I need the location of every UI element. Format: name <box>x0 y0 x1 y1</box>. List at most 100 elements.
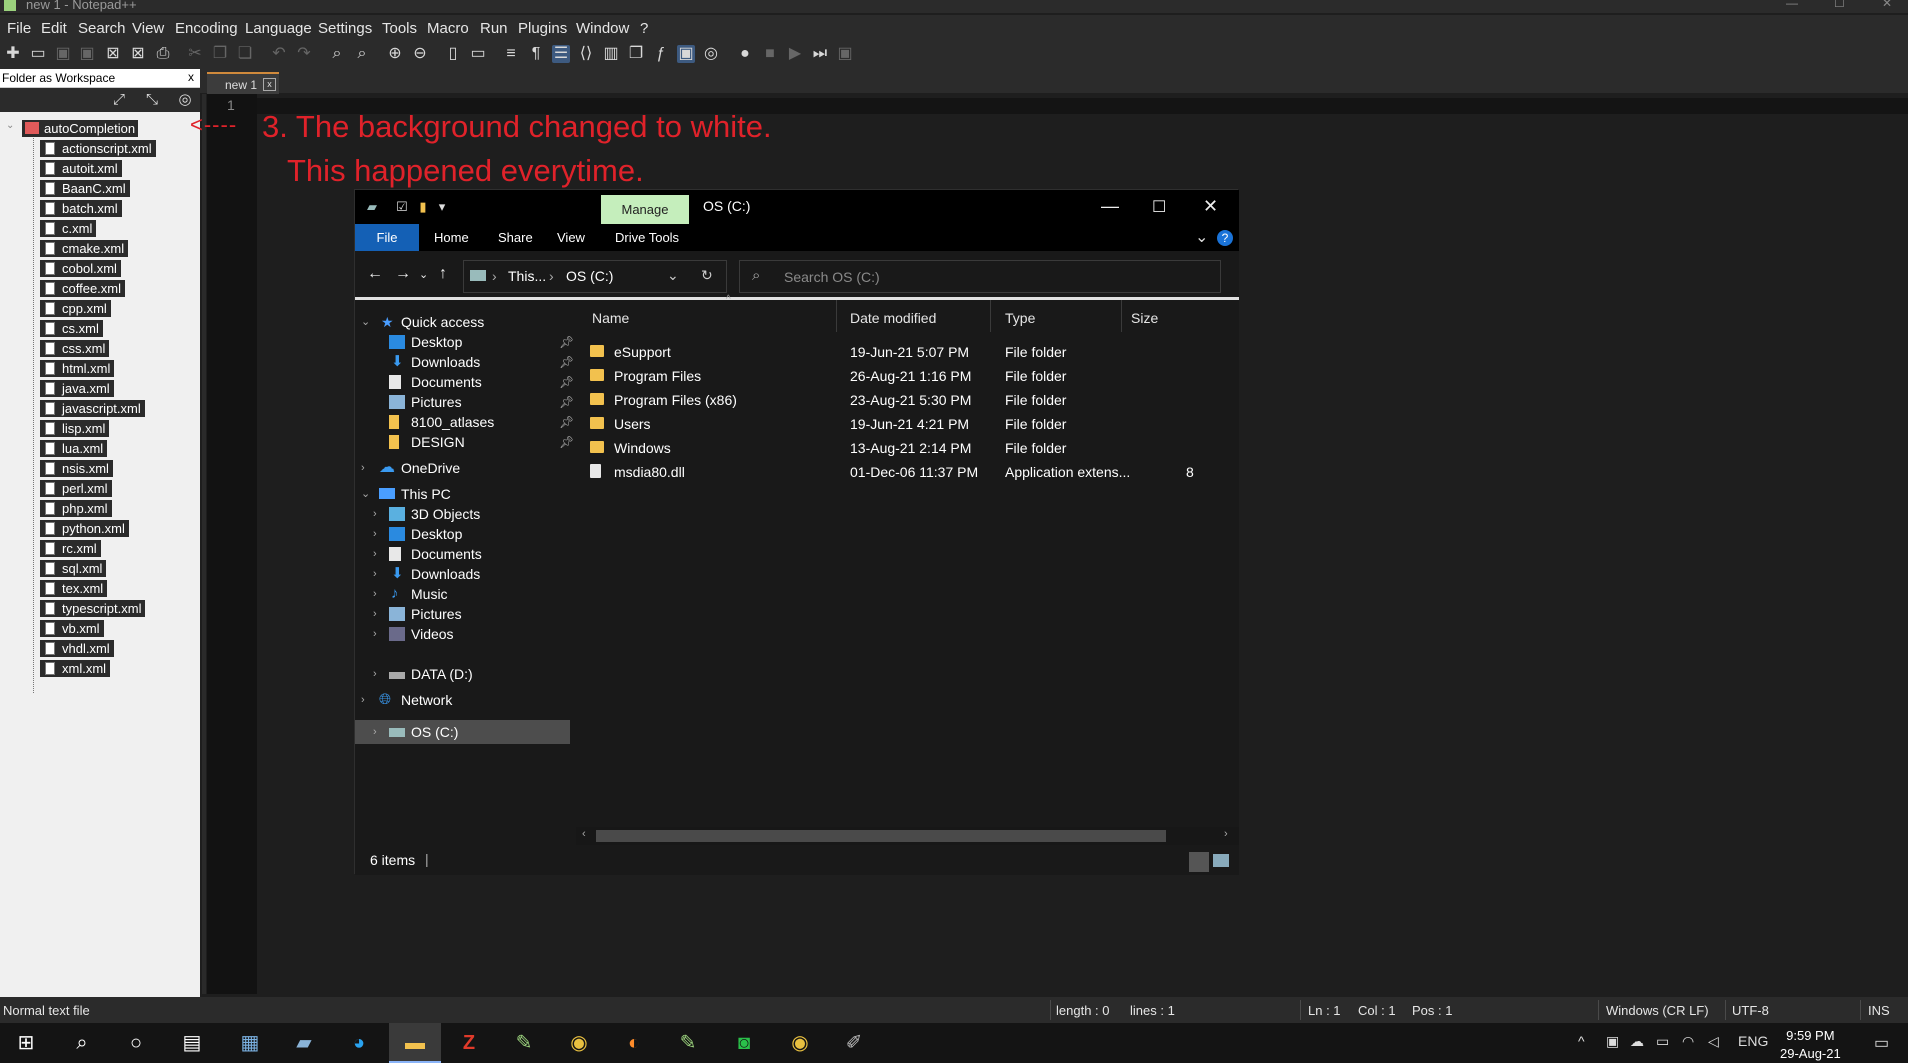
chrome-profile-icon[interactable]: ◉ <box>786 1029 814 1057</box>
sync-horizontal-icon[interactable]: ▭ <box>469 45 487 63</box>
file-row[interactable]: msdia80.dll 01-Dec-06 11:37 PM Applicati… <box>576 460 1239 484</box>
nav-pc-videos[interactable]: › Videos <box>373 622 454 646</box>
tree-file[interactable]: coffee.xml <box>40 280 126 297</box>
file-row[interactable]: eSupport 19-Jun-21 5:07 PM File folder <box>576 340 1239 364</box>
help-icon[interactable]: ? <box>1217 230 1233 246</box>
nav-onedrive[interactable]: › ☁ OneDrive <box>361 456 460 480</box>
tree-file[interactable]: typescript.xml <box>40 600 146 617</box>
paint-icon[interactable]: ✐ <box>840 1029 868 1057</box>
volume-icon[interactable]: ◁ <box>1708 1033 1719 1050</box>
tree-file[interactable]: lisp.xml <box>40 420 110 437</box>
ribbon-tab-share[interactable]: Share <box>498 230 533 245</box>
tab-close-icon[interactable]: x <box>263 78 276 91</box>
tree-file[interactable]: sql.xml <box>40 560 107 577</box>
edge-icon[interactable]: ◕ <box>345 1029 373 1057</box>
zoom-in-icon[interactable]: ⊕ <box>386 45 404 63</box>
tree-file[interactable]: javascript.xml <box>40 400 145 417</box>
tree-file[interactable]: rc.xml <box>40 540 101 557</box>
ribbon-tab-drive-tools[interactable]: Drive Tools <box>615 230 679 245</box>
show-all-chars-icon[interactable]: ¶ <box>527 45 545 63</box>
redo-icon[interactable]: ↷ <box>295 45 313 63</box>
search-icon[interactable]: ⌕ <box>68 1029 96 1057</box>
file-row[interactable]: Program Files (x86) 23-Aug-21 5:30 PM Fi… <box>576 388 1239 412</box>
tree-root-folder[interactable]: autoCompletion <box>22 120 139 137</box>
tree-file[interactable]: actionscript.xml <box>40 140 156 157</box>
chevron-right-icon[interactable]: › <box>361 688 365 712</box>
manage-tab[interactable]: Manage <box>601 195 689 224</box>
recent-locations-icon[interactable]: ⌄ <box>419 268 428 281</box>
ribbon-tab-view[interactable]: View <box>557 230 585 245</box>
close-all-icon[interactable]: ⊠ <box>129 45 147 63</box>
tree-file[interactable]: python.xml <box>40 520 129 537</box>
column-divider[interactable] <box>836 300 837 332</box>
stop-macro-icon[interactable]: ■ <box>761 45 779 63</box>
file-row[interactable]: Windows 13-Aug-21 2:14 PM File folder <box>576 436 1239 460</box>
expand-all-icon[interactable]: ⤢ <box>110 91 128 109</box>
chrome-icon[interactable]: ◉ <box>565 1029 593 1057</box>
scroll-left-icon[interactable]: ‹ <box>582 828 586 840</box>
column-header-size[interactable]: Size <box>1131 310 1158 326</box>
file-row[interactable]: Users 19-Jun-21 4:21 PM File folder <box>576 412 1239 436</box>
chevron-right-icon[interactable]: › <box>361 456 365 480</box>
nav-network[interactable]: › 🌐︎ Network <box>361 688 452 712</box>
function-list-icon[interactable]: ƒ <box>652 45 670 63</box>
tree-file[interactable]: cs.xml <box>40 320 103 337</box>
address-bar[interactable]: › This... › OS (C:) ⌄ ↻ <box>463 260 727 293</box>
tree-file[interactable]: perl.xml <box>40 480 112 497</box>
sync-vertical-icon[interactable]: ▯ <box>444 45 462 63</box>
xml-tag-icon[interactable]: ⟨⟩ <box>577 45 595 63</box>
close-window-button[interactable]: ✕ <box>1882 0 1892 10</box>
file-explorer-icon[interactable]: ▬ <box>401 1029 429 1057</box>
nav-data-d[interactable]: › DATA (D:) <box>373 662 473 686</box>
new-folder-icon[interactable]: ▮ <box>416 200 430 214</box>
scroll-right-icon[interactable]: › <box>1224 828 1228 840</box>
forward-icon[interactable]: → <box>395 265 411 283</box>
save-icon[interactable]: ▣ <box>54 45 72 63</box>
tree-file[interactable]: nsis.xml <box>40 460 113 477</box>
undo-icon[interactable]: ↶ <box>270 45 288 63</box>
tree-file[interactable]: autoit.xml <box>40 160 122 177</box>
tree-file[interactable]: vb.xml <box>40 620 104 637</box>
explorer-minimize-button[interactable]: — <box>1101 196 1119 217</box>
tree-file[interactable]: tex.xml <box>40 580 108 597</box>
menu-language[interactable]: Language <box>245 20 312 37</box>
calculator-icon[interactable]: ▦ <box>236 1029 264 1057</box>
new-file-icon[interactable]: ✚ <box>4 45 22 63</box>
search-box[interactable]: ⌕ Search OS (C:) <box>739 260 1221 293</box>
ribbon-tab-file[interactable]: File <box>355 224 419 251</box>
collapse-root-icon[interactable]: ⌄ <box>6 120 14 131</box>
open-file-icon[interactable]: ▭ <box>29 45 47 63</box>
folder-workspace-icon[interactable]: ▣ <box>677 45 695 63</box>
properties-icon[interactable]: ☑ <box>395 200 409 214</box>
chevron-right-icon[interactable]: › <box>373 662 377 686</box>
wifi-icon[interactable]: ◠ <box>1682 1033 1694 1050</box>
horizontal-scrollbar[interactable]: ‹ › <box>576 827 1239 845</box>
column-divider[interactable] <box>990 300 991 332</box>
tree-file[interactable]: cmake.xml <box>40 240 129 257</box>
paste-icon[interactable]: ❏ <box>236 45 254 63</box>
file-row[interactable]: Program Files 26-Aug-21 1:16 PM File fol… <box>576 364 1239 388</box>
run-macro-multiple-icon[interactable]: ⏭ <box>811 45 829 63</box>
save-macro-icon[interactable]: ▣ <box>836 45 854 63</box>
column-header-name[interactable]: Name <box>592 310 629 326</box>
cortana-icon[interactable]: ○ <box>122 1029 150 1057</box>
tree-file[interactable]: cpp.xml <box>40 300 111 317</box>
notepadpp-second-icon[interactable]: ✎ <box>674 1029 702 1057</box>
indent-guide-icon[interactable]: ☰ <box>552 45 570 63</box>
notepad-taskbar-icon[interactable]: ▰ <box>290 1029 318 1057</box>
meet-now-icon[interactable]: ▣ <box>1606 1033 1619 1050</box>
doc-list-icon[interactable]: ❐ <box>627 45 645 63</box>
replace-icon[interactable]: ⌕ <box>353 45 371 63</box>
tree-file[interactable]: c.xml <box>40 220 97 237</box>
notepadpp-taskbar-icon[interactable]: ✎ <box>510 1029 538 1057</box>
cut-icon[interactable]: ✂ <box>186 45 204 63</box>
input-language[interactable]: ENG <box>1738 1033 1768 1049</box>
column-header-date[interactable]: Date modified <box>850 310 936 326</box>
menu-plugins[interactable]: Plugins <box>518 20 567 37</box>
chevron-down-icon[interactable]: ⌄ <box>361 482 370 506</box>
tree-file[interactable]: batch.xml <box>40 200 122 217</box>
column-header-type[interactable]: Type <box>1005 310 1035 326</box>
onedrive-tray-icon[interactable]: ☁ <box>1630 1033 1644 1050</box>
menu-search[interactable]: Search <box>78 20 126 37</box>
firefox-icon[interactable]: ◐ <box>620 1029 648 1057</box>
